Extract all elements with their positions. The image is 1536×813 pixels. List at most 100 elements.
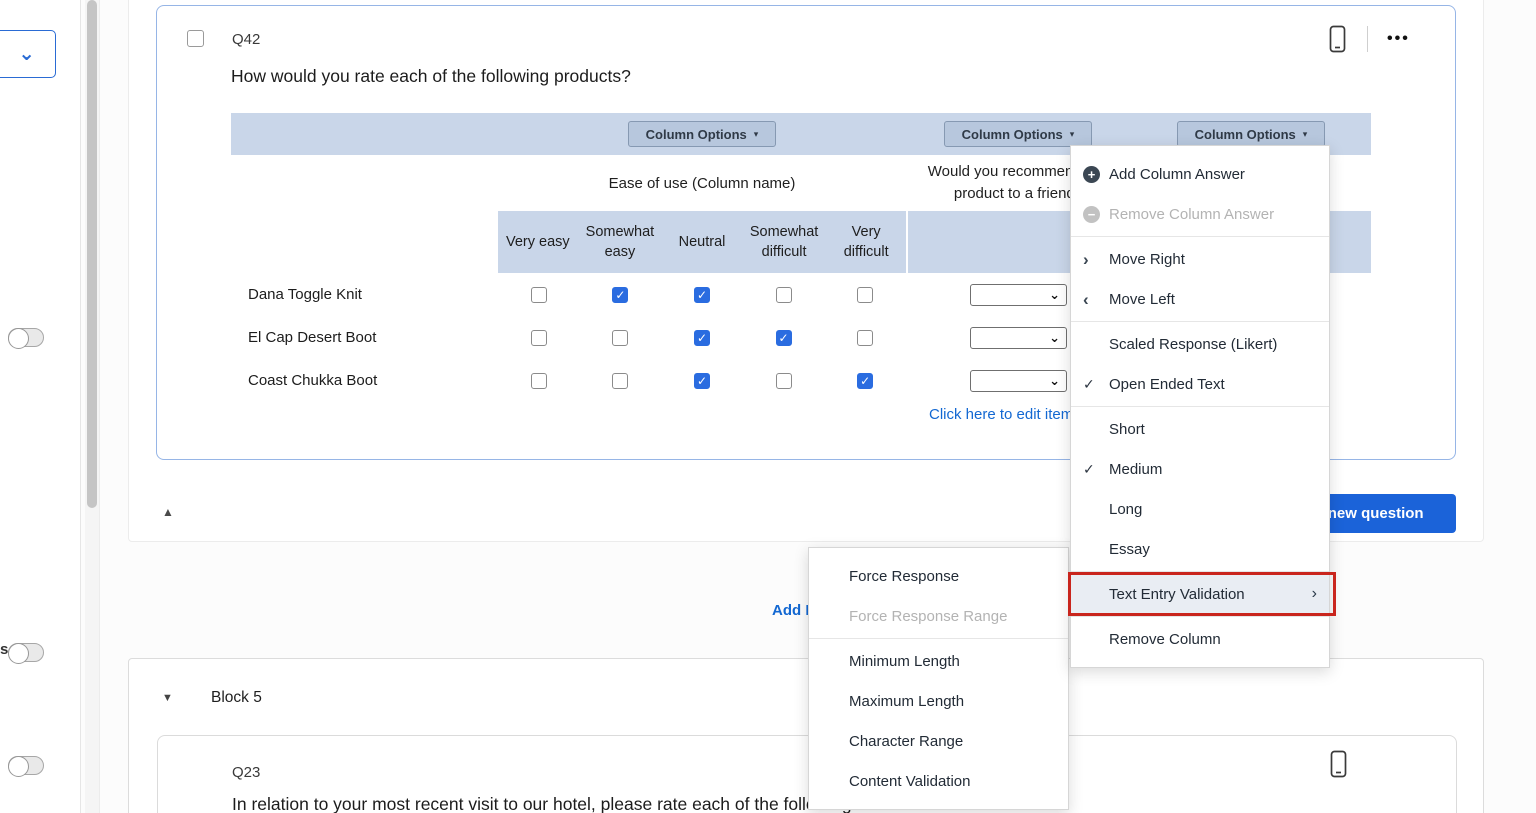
more-options-icon[interactable]: ••• (1387, 30, 1410, 48)
row-label[interactable]: Dana Toggle Knit (231, 286, 498, 303)
collapse-block-icon[interactable]: ▲ (162, 505, 174, 519)
check-icon: ✓ (1083, 462, 1095, 476)
menu-item-label: Text Entry Validation (1109, 586, 1245, 603)
menu-divider (1071, 616, 1329, 617)
scale-label[interactable]: Somewhat easy (578, 211, 663, 273)
menu-item-open-ended-text[interactable]: ✓ Open Ended Text (1071, 364, 1329, 404)
menu-item-force-response-range: Force Response Range (809, 596, 1068, 636)
caret-down-icon: ▾ (754, 130, 759, 139)
recommend-select[interactable]: ⌄ (970, 370, 1067, 392)
matrix-checkbox[interactable] (694, 373, 710, 389)
chevron-right-icon: › (1083, 251, 1089, 268)
menu-item-character-range[interactable]: Character Range (809, 721, 1068, 761)
matrix-checkbox[interactable] (694, 330, 710, 346)
block-title[interactable]: Block 5 (211, 689, 262, 707)
matrix-checkbox[interactable] (776, 373, 792, 389)
select-caret-icon: ⌄ (1049, 288, 1060, 301)
column-group-1-title[interactable]: Ease of use (Column name) (498, 155, 906, 211)
validation-submenu: Force Response Force Response Range Mini… (808, 547, 1069, 810)
menu-item-label: Short (1109, 421, 1145, 438)
row-label[interactable]: Coast Chukka Boot (231, 372, 498, 389)
recommend-select[interactable]: ⌄ (970, 284, 1067, 306)
menu-item-content-validation[interactable]: Content Validation (809, 761, 1068, 801)
column-options-menu: + Add Column Answer − Remove Column Answ… (1070, 145, 1330, 668)
scale-label[interactable]: Very easy (498, 211, 578, 273)
menu-item-label: Add Column Answer (1109, 166, 1245, 183)
edit-items-link[interactable]: Click here to edit items (929, 406, 1081, 423)
caret-down-icon: ▾ (1303, 130, 1308, 139)
matrix-checkbox[interactable] (612, 373, 628, 389)
menu-item-remove-column-answer: − Remove Column Answer (1071, 194, 1329, 234)
menu-item-move-left[interactable]: ‹ Move Left (1071, 279, 1329, 319)
menu-item-add-column-answer[interactable]: + Add Column Answer (1071, 154, 1329, 194)
column-options-label: Column Options (962, 127, 1063, 142)
scale-label[interactable]: Somewhat difficult (742, 211, 827, 273)
menu-item-label: Essay (1109, 541, 1150, 558)
column-options-button-1[interactable]: Column Options ▾ (628, 121, 776, 147)
left-sidebar: ⌄ s (0, 0, 81, 813)
menu-item-short[interactable]: Short (1071, 409, 1329, 449)
caret-down-icon: ▾ (1070, 130, 1075, 139)
menu-item-force-response[interactable]: Force Response (809, 556, 1068, 596)
sidebar-dropdown[interactable]: ⌄ (0, 30, 56, 78)
menu-item-label: Scaled Response (Likert) (1109, 336, 1277, 353)
menu-divider (1071, 571, 1329, 572)
matrix-checkbox[interactable] (612, 287, 628, 303)
column-options-label: Column Options (1195, 127, 1296, 142)
matrix-checkbox[interactable] (531, 330, 547, 346)
scrollbar-thumb[interactable] (87, 0, 97, 508)
menu-divider (1071, 236, 1329, 237)
matrix-checkbox[interactable] (857, 373, 873, 389)
menu-item-label: Open Ended Text (1109, 376, 1225, 393)
column-options-button-2[interactable]: Column Options ▾ (944, 121, 1092, 147)
scale-label[interactable]: Neutral (662, 211, 742, 273)
menu-item-label: Remove Column Answer (1109, 206, 1274, 223)
menu-divider (1071, 321, 1329, 322)
sidebar-toggle-1[interactable] (8, 328, 44, 347)
matrix-checkbox[interactable] (612, 330, 628, 346)
question-select-checkbox[interactable] (187, 30, 204, 47)
question-id: Q23 (232, 764, 260, 781)
question-card-q23: Q23 In relation to your most recent visi… (157, 735, 1457, 813)
menu-item-label: Move Left (1109, 291, 1175, 308)
menu-item-maximum-length[interactable]: Maximum Length (809, 681, 1068, 721)
menu-item-minimum-length[interactable]: Minimum Length (809, 641, 1068, 681)
header-separator (1367, 26, 1368, 52)
matrix-checkbox[interactable] (776, 330, 792, 346)
matrix-checkbox[interactable] (531, 373, 547, 389)
collapse-block-icon[interactable]: ▼ (162, 692, 173, 704)
matrix-checkbox[interactable] (857, 287, 873, 303)
menu-item-remove-column[interactable]: Remove Column (1071, 619, 1329, 659)
menu-item-label: Remove Column (1109, 631, 1221, 648)
sidebar-toggle-2[interactable] (8, 643, 44, 662)
question-text[interactable]: In relation to your most recent visit to… (232, 794, 857, 813)
menu-item-essay[interactable]: Essay (1071, 529, 1329, 569)
mobile-preview-icon[interactable] (1330, 750, 1347, 778)
sidebar-toggle-3[interactable] (8, 756, 44, 775)
check-icon: ✓ (1083, 377, 1095, 391)
menu-item-move-right[interactable]: › Move Right (1071, 239, 1329, 279)
select-caret-icon: ⌄ (1049, 374, 1060, 387)
row-label[interactable]: El Cap Desert Boot (231, 329, 498, 346)
question-text[interactable]: How would you rate each of the following… (231, 66, 631, 87)
scale-label[interactable]: Very difficult (826, 211, 906, 273)
menu-item-label: Medium (1109, 461, 1162, 478)
menu-item-medium[interactable]: ✓ Medium (1071, 449, 1329, 489)
scale-labels: Very easy Somewhat easy Neutral Somewhat… (498, 211, 906, 273)
matrix-checkbox[interactable] (694, 287, 710, 303)
select-caret-icon: ⌄ (1049, 331, 1060, 344)
menu-item-scaled-response[interactable]: Scaled Response (Likert) (1071, 324, 1329, 364)
vertical-scrollbar[interactable] (85, 0, 100, 813)
menu-item-text-entry-validation[interactable]: Text Entry Validation › (1071, 574, 1329, 614)
recommend-select[interactable]: ⌄ (970, 327, 1067, 349)
menu-item-long[interactable]: Long (1071, 489, 1329, 529)
column-options-button-3[interactable]: Column Options ▾ (1177, 121, 1325, 147)
matrix-checkbox[interactable] (857, 330, 873, 346)
plus-circle-icon: + (1083, 166, 1100, 183)
minus-circle-icon: − (1083, 206, 1100, 223)
column-options-label: Column Options (646, 127, 747, 142)
mobile-preview-icon[interactable] (1329, 25, 1346, 53)
menu-item-label: Long (1109, 501, 1142, 518)
matrix-checkbox[interactable] (531, 287, 547, 303)
matrix-checkbox[interactable] (776, 287, 792, 303)
